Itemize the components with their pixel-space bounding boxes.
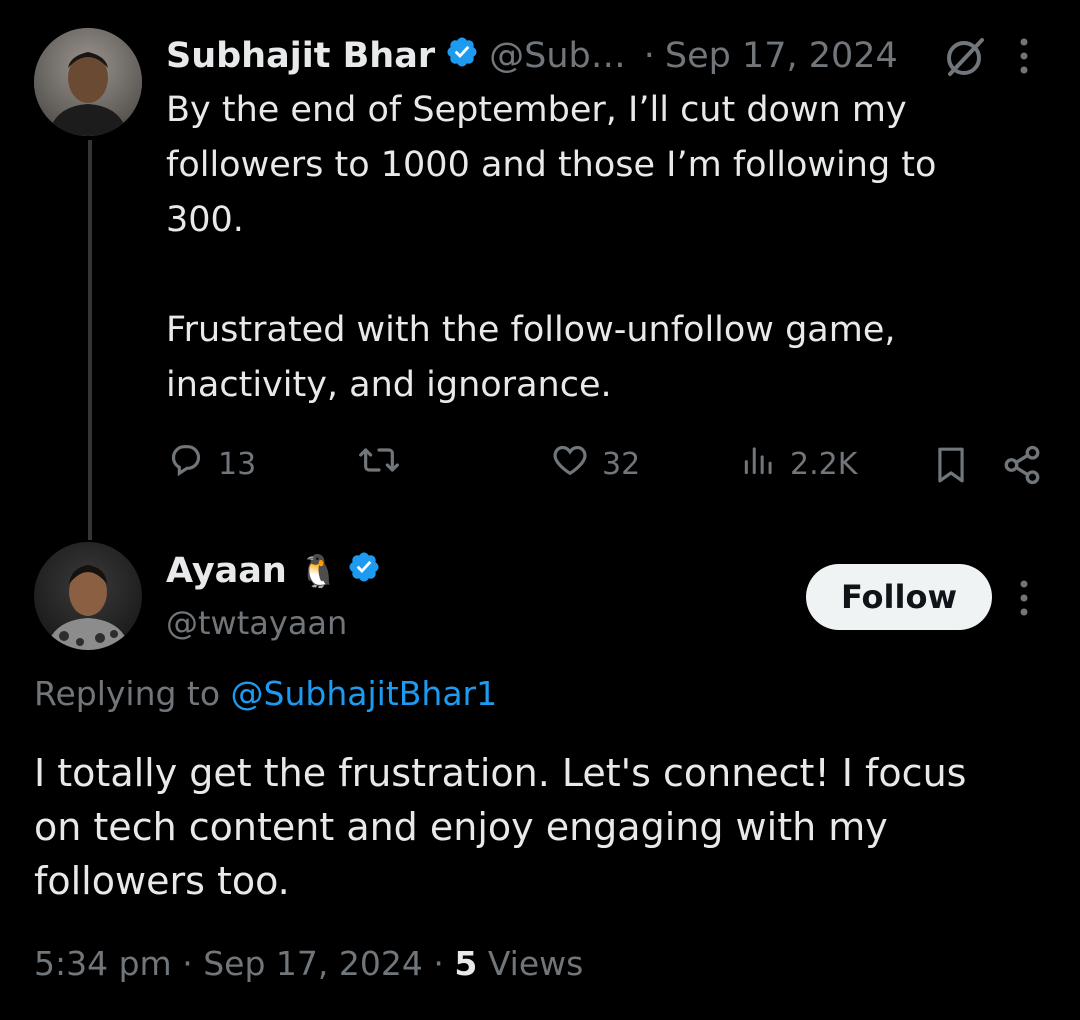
reply-count: 13: [218, 446, 257, 482]
meta-dot: ·: [182, 944, 193, 983]
penguin-emoji: 🐧: [298, 552, 339, 590]
original-tweet-header: Subhajit Bhar @Sub… · Sep 17, 2024: [166, 30, 1046, 82]
avatar-ayaan[interactable]: [34, 542, 142, 650]
like-action[interactable]: 32: [550, 442, 640, 486]
thread-connector-line: [88, 140, 92, 540]
reply-author-name[interactable]: Ayaan: [166, 551, 287, 591]
avatar-subhajit[interactable]: [34, 28, 142, 136]
reply-time[interactable]: 5:34 pm: [34, 944, 172, 983]
share-icon[interactable]: [1000, 444, 1044, 486]
reply-author-handle[interactable]: @twtayaan: [166, 604, 347, 642]
views-count: 2.2K: [790, 446, 858, 482]
replying-to-prefix: Replying to: [34, 674, 221, 713]
reply-date[interactable]: Sep 17, 2024: [203, 944, 423, 983]
retweet-action[interactable]: [356, 442, 414, 486]
reply-meta-line: 5:34 pm · Sep 17, 2024 · 5 Views: [34, 944, 583, 983]
follow-button[interactable]: Follow: [806, 564, 992, 630]
reply-icon: [166, 440, 218, 488]
meta-dot: ·: [433, 944, 444, 983]
verified-badge-icon: [445, 35, 479, 78]
views-action[interactable]: 2.2K: [740, 442, 857, 486]
views-icon: [740, 440, 790, 488]
retweet-icon: [356, 440, 414, 488]
tweet-date[interactable]: Sep 17, 2024: [665, 36, 898, 76]
bookmark-icon[interactable]: [932, 443, 970, 487]
reply-tweet-text: I totally get the frustration. Let's con…: [34, 751, 967, 903]
reply-action[interactable]: 13: [166, 442, 256, 486]
replying-to-handle[interactable]: @SubhajitBhar1: [231, 674, 498, 713]
heart-icon: [550, 440, 602, 488]
grok-icon[interactable]: [942, 34, 988, 80]
author-name[interactable]: Subhajit Bhar: [166, 36, 435, 76]
replying-to-line: Replying to @SubhajitBhar1: [34, 674, 497, 713]
views-label: Views: [487, 944, 584, 983]
views-count: 5: [454, 944, 478, 983]
reply-author-row: Ayaan 🐧: [166, 545, 381, 597]
more-vertical-icon[interactable]: [1014, 578, 1034, 618]
more-vertical-icon[interactable]: [1014, 36, 1034, 76]
like-count: 32: [602, 446, 641, 482]
verified-badge-icon: [347, 550, 381, 593]
author-handle[interactable]: @Sub…: [489, 36, 626, 76]
original-tweet-text: By the end of September, I’ll cut down m…: [166, 90, 937, 405]
separator-dot: ·: [643, 36, 655, 76]
